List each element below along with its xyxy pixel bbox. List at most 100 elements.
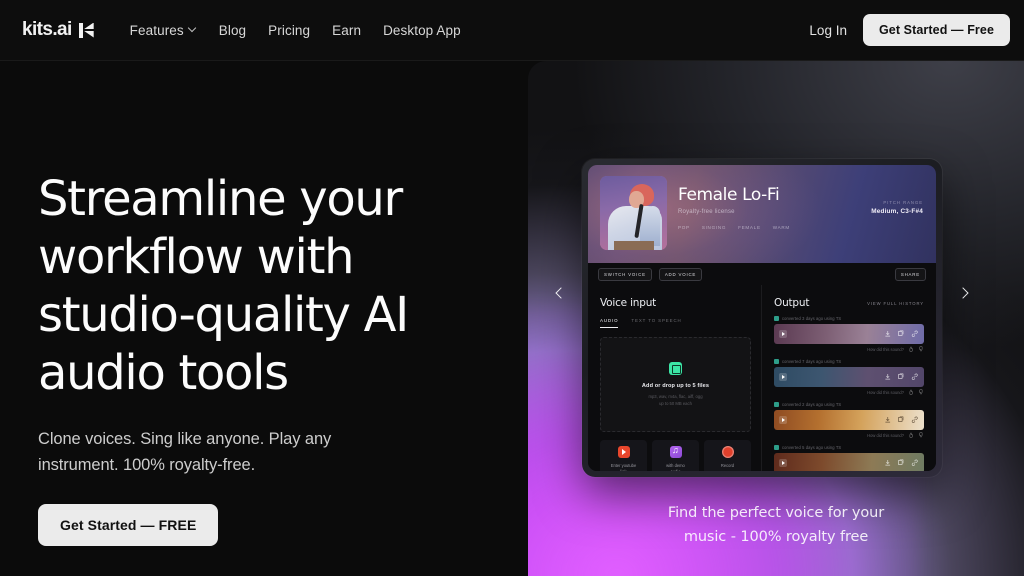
view-full-history-link[interactable]: View Full History [867,301,924,306]
output-row-actions [884,416,919,424]
play-icon[interactable] [779,416,787,424]
record-card-label: Record [720,463,735,468]
download-icon[interactable] [884,459,892,467]
voice-tag[interactable]: POP [678,225,690,230]
pitch-range-block: Pitch Range Medium, C3-F#4 [871,200,923,215]
download-icon[interactable] [884,373,892,381]
thumbs-up-icon[interactable] [908,432,914,438]
hero-subtitle-line-2: instrument. 100% royalty-free. [38,456,256,474]
hero-subtitle: Clone voices. Sing like anyone. Play any… [38,426,388,478]
output-row: converted 2 days ago using TS How did th… [774,402,924,438]
play-icon[interactable] [779,330,787,338]
get-started-nav-button[interactable]: Get Started — Free [862,14,1010,46]
showcase-caption: Find the perfect voice for your music - … [528,501,1024,549]
page-title-line-1: Streamline your [38,171,403,227]
nav-item-desktop-app-label: Desktop App [383,22,461,38]
brand-logo[interactable]: kits.ai [22,19,94,41]
file-upload-icon [669,362,682,375]
voice-tag[interactable]: FEMALE [738,225,761,230]
app-main-content: Voice input Audio Text to Speech Add or … [588,285,936,471]
link-icon[interactable] [911,416,919,424]
login-link[interactable]: Log In [809,23,847,38]
youtube-link-card-label: Enter youtube link [611,463,637,471]
hero-subtitle-line-1: Clone voices. Sing like anyone. Play any [38,430,332,448]
nav-item-pricing[interactable]: Pricing [268,23,310,38]
page-title-line-2: workflow with [38,229,355,285]
copy-icon[interactable] [897,330,905,338]
play-icon[interactable] [779,459,787,467]
card-label-line-2: audio [670,469,680,471]
output-row-actions [884,373,919,381]
share-button[interactable]: Share [894,267,926,281]
voice-info: Female Lo-Fi Royalty-free license POP SI… [678,185,790,230]
pitch-range-label: Pitch Range [883,200,923,205]
status-dot-icon [774,359,779,364]
link-icon[interactable] [911,330,919,338]
thumbs-down-icon[interactable] [918,432,924,438]
nav-item-earn[interactable]: Earn [332,23,361,38]
output-row-meta-text: converted 3 days ago using TS [782,316,842,321]
top-navigation-bar: kits.ai Features Blog Pricing Earn Deskt… [0,0,1024,61]
output-row-feedback: How did this sound? [774,389,924,395]
output-row: converted 7 days ago using TS How did th… [774,359,924,395]
add-voice-button[interactable]: Add Voice [658,267,703,281]
page-title: Streamline your workflow with studio-qua… [38,170,508,402]
output-row-meta-text: converted 7 days ago using TS [782,359,842,364]
output-waveform-bar[interactable] [774,324,924,344]
status-dot-icon [774,445,779,450]
hero-copy: Streamline your workflow with studio-qua… [38,170,508,546]
output-waveform-bar[interactable] [774,367,924,387]
output-feedback-question: How did this sound? [867,389,904,395]
output-waveform-bar[interactable] [774,410,924,430]
thumbs-down-icon[interactable] [918,389,924,395]
output-waveform-bar[interactable] [774,453,924,471]
thumbs-up-icon[interactable] [908,346,914,352]
nav-item-features-label: Features [129,22,184,38]
nav-actions: Log In Get Started — Free [809,14,1010,46]
voice-tags: POP SINGING FEMALE WARM [678,225,790,230]
voice-tag[interactable]: WARM [773,225,790,230]
voice-tag[interactable]: SINGING [702,225,726,230]
voice-header-banner: Female Lo-Fi Royalty-free license POP SI… [588,165,936,263]
showcase-caption-line-2: music - 100% royalty free [683,529,869,545]
nav-item-blog[interactable]: Blog [219,23,246,38]
switch-voice-button[interactable]: Switch Voice [598,267,652,281]
link-icon[interactable] [911,459,919,467]
thumbs-down-icon[interactable] [918,346,924,352]
output-row: converted 5 days ago using TS [774,445,924,471]
chevron-left-icon [555,287,567,299]
carousel-next-button[interactable] [952,282,974,304]
music-note-icon [669,445,682,458]
download-icon[interactable] [884,330,892,338]
showcase-caption-line-1: Find the perfect voice for your [667,505,885,521]
demo-audio-card[interactable]: with demo audio [652,440,699,471]
showcase-panel: Female Lo-Fi Royalty-free license POP SI… [528,61,1024,576]
record-card[interactable]: Record [704,440,751,471]
link-icon[interactable] [911,373,919,381]
output-title: Output [774,297,810,309]
app-device-mockup: Female Lo-Fi Royalty-free license POP SI… [582,159,942,477]
tab-audio[interactable]: Audio [600,318,619,328]
youtube-link-card[interactable]: Enter youtube link [600,440,647,471]
dropzone-subtitle-line-2: up to 50 MB each [659,401,692,406]
record-icon [721,446,734,458]
nav-item-desktop-app[interactable]: Desktop App [383,23,461,38]
nav-item-earn-label: Earn [332,22,362,38]
nav-item-features[interactable]: Features [130,23,197,38]
output-row: converted 3 days ago using TS How did th… [774,316,924,352]
app-action-bar: Switch Voice Add Voice Share [588,263,936,285]
demo-audio-card-label: with demo audio [666,463,685,471]
copy-icon[interactable] [897,373,905,381]
download-icon[interactable] [884,416,892,424]
thumbs-up-icon[interactable] [908,389,914,395]
tab-text-to-speech[interactable]: Text to Speech [631,318,681,328]
voice-input-panel: Voice input Audio Text to Speech Add or … [590,285,762,471]
copy-icon[interactable] [897,416,905,424]
output-feedback-question: How did this sound? [867,346,904,352]
get-started-hero-button[interactable]: Get Started — FREE [38,504,219,546]
dropzone-subtitle-line-1: mp3, wav, m4a, flac, aiff, ogg [648,394,703,399]
copy-icon[interactable] [897,459,905,467]
carousel-prev-button[interactable] [550,282,572,304]
file-dropzone[interactable]: Add or drop up to 5 files mp3, wav, m4a,… [600,337,751,432]
play-icon[interactable] [779,373,787,381]
